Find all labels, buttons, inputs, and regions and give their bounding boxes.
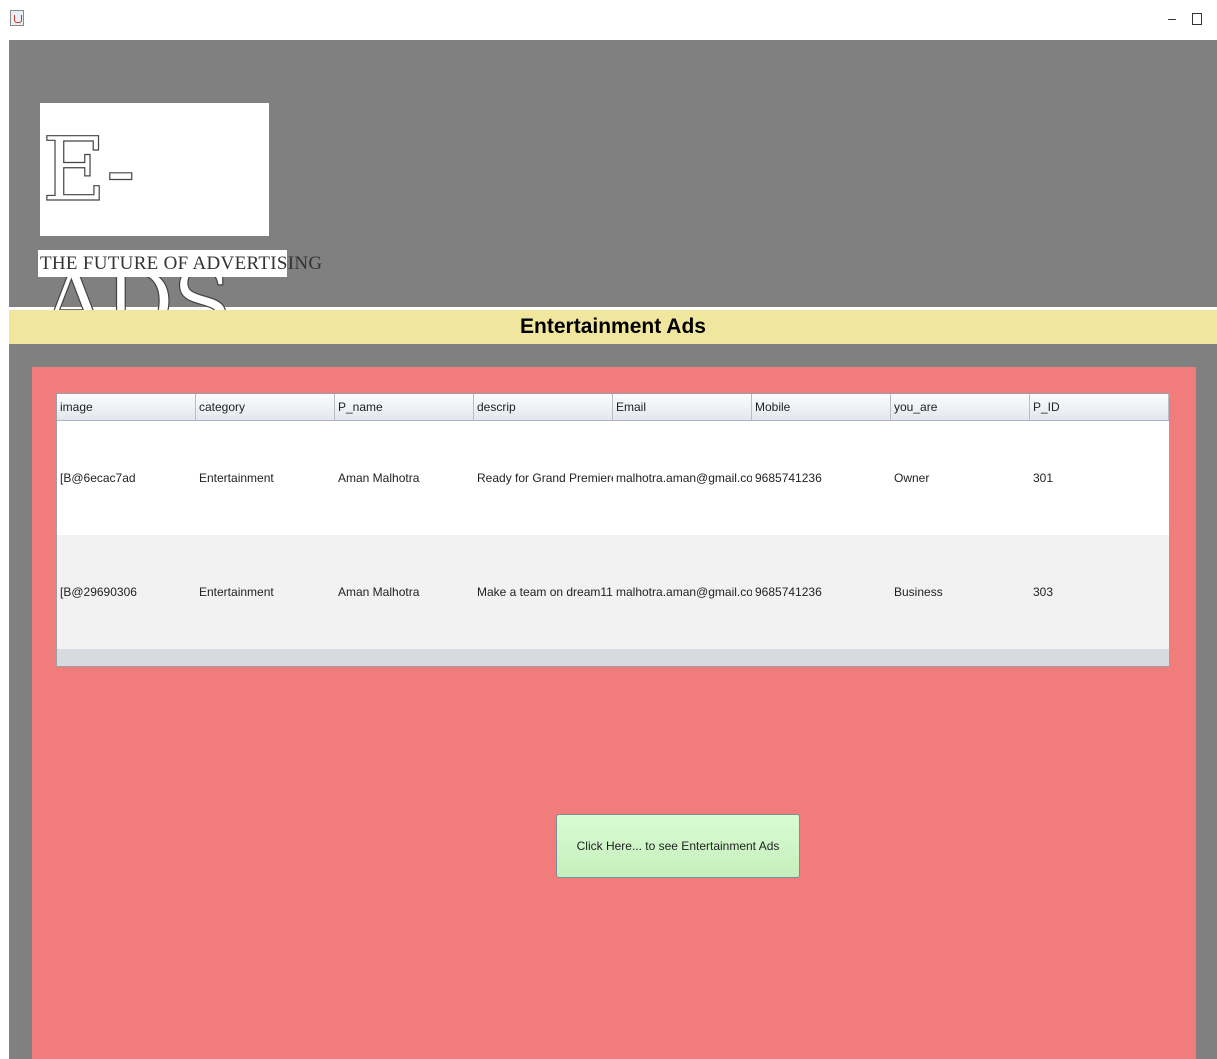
maximize-icon — [1192, 13, 1202, 25]
table-cell: Aman Malhotra — [338, 585, 420, 599]
column-header-email[interactable]: Email — [613, 394, 752, 420]
minimize-button[interactable]: – — [1162, 8, 1182, 28]
table-cell: [B@6ecac7ad — [60, 471, 136, 485]
table-cell: malhotra.aman@gmail.com — [616, 471, 752, 485]
table-cell: Ready for Grand Premiere! — [477, 471, 613, 485]
table-cell: malhotra.aman@gmail.com — [616, 585, 752, 599]
window-titlebar: – — [0, 0, 1217, 40]
ads-table[interactable]: image category P_name descrip Email Mobi… — [56, 393, 1170, 667]
show-entertainment-ads-button[interactable]: Click Here... to see Entertainment Ads — [556, 814, 800, 878]
java-app-icon[interactable] — [10, 10, 24, 26]
table-cell: 303 — [1033, 585, 1054, 599]
table-cell: Aman Malhotra — [338, 471, 420, 485]
table-cell: 301 — [1033, 471, 1054, 485]
logo-tagline: THE FUTURE OF ADVERTISING — [40, 253, 323, 274]
window-left-edge — [0, 40, 9, 1059]
column-header-image[interactable]: image — [57, 394, 196, 420]
logo: E-ADS — [40, 103, 269, 355]
maximize-button[interactable] — [1187, 8, 1207, 28]
table-row[interactable]: [B@29690306 Entertainment Aman Malhotra … — [57, 535, 1169, 649]
table-cell: 9685741236 — [755, 471, 822, 485]
table-cell: 9685741236 — [755, 585, 822, 599]
column-header-mobile[interactable]: Mobile — [752, 394, 891, 420]
logo-title: E-ADS — [41, 117, 233, 354]
page-title-banner: Entertainment Ads — [9, 310, 1217, 344]
column-header-category[interactable]: category — [196, 394, 335, 420]
table-cell: Make a team on dream11 and earn. — [477, 585, 613, 599]
column-header-p-name[interactable]: P_name — [335, 394, 474, 420]
column-header-you-are[interactable]: you_are — [891, 394, 1030, 420]
table-cell: [B@29690306 — [60, 585, 137, 599]
table-cell: Entertainment — [199, 585, 274, 599]
tagline-box: THE FUTURE OF ADVERTISING — [38, 250, 322, 277]
table-cell: Entertainment — [199, 471, 274, 485]
table-header: image category P_name descrip Email Mobi… — [57, 394, 1169, 421]
column-header-p-id[interactable]: P_ID — [1030, 394, 1169, 420]
column-header-descrip[interactable]: descrip — [474, 394, 613, 420]
table-cell: Business — [894, 585, 943, 599]
table-row[interactable]: [B@6ecac7ad Entertainment Aman Malhotra … — [57, 421, 1169, 535]
table-cell: Owner — [894, 471, 930, 485]
